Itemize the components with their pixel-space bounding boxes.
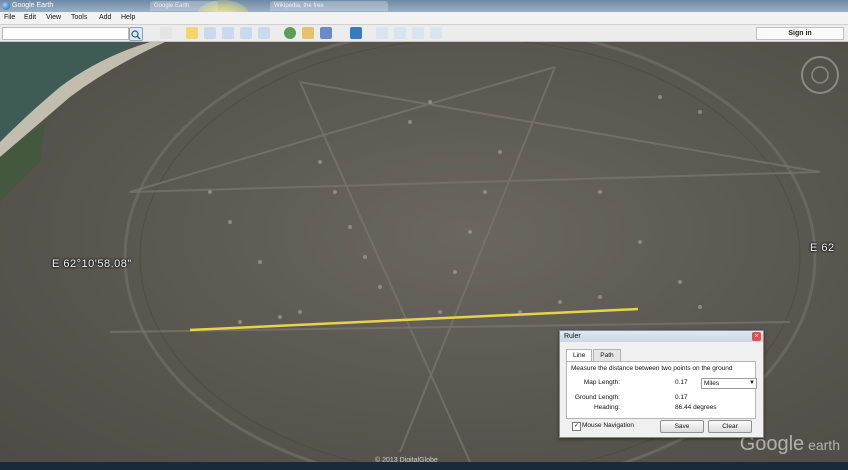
menu-file[interactable]: File xyxy=(4,12,15,24)
print-icon[interactable] xyxy=(394,27,406,39)
maps-icon[interactable] xyxy=(430,27,442,39)
map-length-label: Map Length: xyxy=(583,379,620,386)
menu-help[interactable]: Help xyxy=(121,12,135,24)
menu-add[interactable]: Add xyxy=(99,12,111,24)
chevron-down-icon: ▼ xyxy=(749,380,755,386)
heading-label: Heading: xyxy=(593,404,620,411)
sunlight-icon[interactable] xyxy=(302,27,314,39)
email-icon[interactable] xyxy=(376,27,388,39)
taskbar xyxy=(0,462,848,470)
close-icon[interactable]: × xyxy=(752,332,761,341)
longitude-label-right: E 62 xyxy=(810,242,835,254)
google-earth-icon xyxy=(2,2,10,10)
browser-tab[interactable]: Wikipedia, the free xyxy=(270,1,388,11)
mouse-navigation-label: Mouse Navigation xyxy=(582,422,635,429)
ruler-tabs: Line Path xyxy=(566,349,622,361)
planets-icon[interactable] xyxy=(320,27,332,39)
search-input[interactable] xyxy=(2,27,129,40)
search-icon[interactable] xyxy=(129,27,143,41)
tab-path[interactable]: Path xyxy=(593,349,621,361)
heading-value: 86.44 degrees xyxy=(675,404,717,411)
menu-tools[interactable]: Tools xyxy=(71,12,87,24)
watermark-sub: earth xyxy=(804,437,840,453)
path-icon[interactable] xyxy=(222,27,234,39)
menu-view[interactable]: View xyxy=(46,12,61,24)
ruler-panel: Measure the distance between two points … xyxy=(566,361,757,419)
window-title-bar: Google Earth Google Earth Wikipedia, the… xyxy=(0,0,848,12)
placemark-icon[interactable] xyxy=(186,27,198,39)
save-image-icon[interactable] xyxy=(412,27,424,39)
window-title: Google Earth xyxy=(12,2,54,9)
sign-in-button[interactable]: Sign in xyxy=(756,27,844,40)
menu-edit[interactable]: Edit xyxy=(24,12,36,24)
longitude-label: E 62°10'58.08" xyxy=(52,258,132,270)
ground-length-value: 0.17 xyxy=(675,394,688,401)
sidebar-icon[interactable] xyxy=(160,27,172,39)
polygon-icon[interactable] xyxy=(204,27,216,39)
map-length-value: 0.17 xyxy=(675,379,688,386)
ruler-dialog: Ruler × Line Path Measure the distance be… xyxy=(559,330,764,438)
ruler-icon[interactable] xyxy=(350,27,362,39)
clear-button[interactable]: Clear xyxy=(708,420,752,433)
unit-select[interactable]: Miles ▼ xyxy=(701,378,757,389)
save-button[interactable]: Save xyxy=(660,420,704,433)
ruler-footer: ✓ Mouse Navigation Save Clear xyxy=(566,420,756,433)
historical-imagery-icon[interactable] xyxy=(284,27,296,39)
menu-bar: File Edit View Tools Add Help xyxy=(0,12,848,25)
ruler-title: Ruler xyxy=(560,331,763,342)
toolbar: Sign in xyxy=(0,25,848,42)
mouse-navigation-checkbox[interactable]: ✓ xyxy=(572,422,581,431)
unit-selected: Miles xyxy=(704,380,720,387)
overlay-icon[interactable] xyxy=(240,27,252,39)
ruler-description: Measure the distance between two points … xyxy=(571,365,733,372)
ground-length-label: Ground Length: xyxy=(574,394,620,401)
tab-line[interactable]: Line xyxy=(566,349,593,361)
record-tour-icon[interactable] xyxy=(258,27,270,39)
